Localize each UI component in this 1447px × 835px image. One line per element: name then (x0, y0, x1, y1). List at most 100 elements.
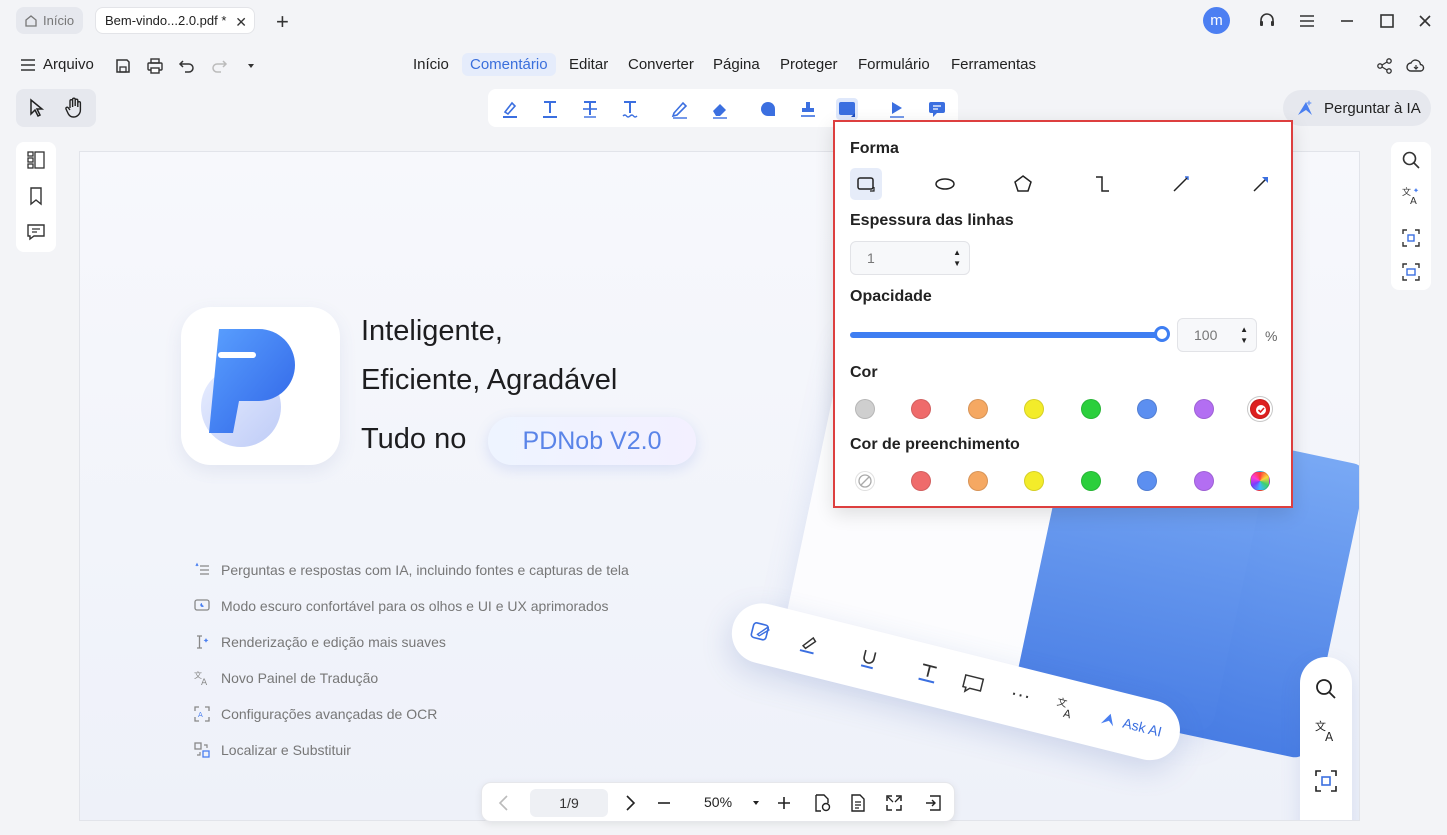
tab-home[interactable]: Início (16, 7, 83, 34)
zoom-out-icon[interactable] (654, 793, 674, 813)
file-menu-label: Arquivo (43, 56, 94, 73)
tab-home-label: Início (43, 13, 75, 28)
fill-color-swatch[interactable] (1137, 471, 1157, 491)
menu-formulario[interactable]: Formulário (858, 56, 930, 73)
rectangle-icon[interactable] (850, 168, 882, 200)
close-tab-icon[interactable]: ✕ (235, 14, 247, 31)
home-icon (24, 14, 38, 28)
pencil-icon[interactable] (669, 98, 691, 120)
arrow-icon[interactable] (1245, 168, 1277, 200)
no-fill-icon[interactable] (855, 471, 875, 491)
color-swatch[interactable] (968, 399, 988, 419)
menu-comentario[interactable]: Comentário (462, 53, 556, 76)
color-swatch[interactable] (1137, 399, 1157, 419)
fill-color-title: Cor de preenchimento (850, 436, 1020, 453)
menu-converter[interactable]: Converter (628, 56, 694, 73)
new-tab-button[interactable]: + (276, 9, 289, 35)
shape-section-title: Forma (850, 140, 899, 157)
dark-mode-icon (193, 597, 211, 615)
stepper-icon[interactable]: ▲ ▼ (1240, 324, 1248, 346)
opacity-input[interactable]: 100 ▲ ▼ (1177, 318, 1257, 352)
screenshot-icon[interactable] (1401, 262, 1421, 282)
opacity-slider-handle[interactable] (1154, 326, 1170, 342)
file-menu[interactable]: Arquivo (20, 56, 94, 73)
translate-icon[interactable]: 文A (1401, 186, 1421, 206)
menu-icon[interactable] (1296, 10, 1318, 32)
search-icon (1314, 677, 1338, 701)
fit-page-icon[interactable] (848, 793, 868, 813)
shape-tool-icon[interactable] (836, 98, 858, 120)
polygon-icon[interactable] (1007, 168, 1039, 200)
eraser-icon[interactable] (709, 98, 731, 120)
fill-color-swatch[interactable] (968, 471, 988, 491)
underline-text-icon[interactable] (539, 98, 561, 120)
bookmark-icon[interactable] (26, 186, 46, 206)
stamp-icon[interactable] (797, 98, 819, 120)
line-width-input[interactable]: 1 ▲ ▼ (850, 241, 970, 275)
menu-ferramentas[interactable]: Ferramentas (951, 56, 1036, 73)
menu-editar[interactable]: Editar (569, 56, 608, 73)
zoom-in-icon[interactable] (774, 793, 794, 813)
support-icon[interactable] (1256, 10, 1278, 32)
exit-reading-icon[interactable] (924, 793, 944, 813)
color-swatch[interactable] (1250, 399, 1270, 419)
polyline-icon[interactable] (1086, 168, 1118, 200)
menu-inicio[interactable]: Início (413, 56, 449, 73)
fullscreen-icon[interactable] (884, 793, 904, 813)
squiggly-icon[interactable] (619, 98, 641, 120)
stepper-icon[interactable]: ▲ ▼ (953, 247, 961, 269)
ocr-icon[interactable] (1401, 228, 1421, 248)
zoom-level[interactable]: 50% (704, 794, 732, 810)
svg-text:A: A (201, 678, 208, 686)
line-width-title: Espessura das linhas (850, 212, 1014, 229)
sticky-note-icon[interactable] (757, 98, 779, 120)
page-number-input[interactable]: 1/9 (530, 789, 608, 817)
ask-ai-button[interactable]: Perguntar à IA (1283, 90, 1431, 126)
redo-icon (209, 56, 229, 76)
previous-page-icon[interactable] (494, 793, 514, 813)
tab-document[interactable]: Bem-vindo...2.0.pdf * ✕ (95, 7, 255, 34)
highlight-icon[interactable] (499, 98, 521, 120)
page-navigation-bar: 1/9 50% (481, 782, 955, 822)
save-icon[interactable] (113, 56, 133, 76)
color-swatch[interactable] (1194, 399, 1214, 419)
menu-proteger[interactable]: Proteger (780, 56, 838, 73)
print-icon[interactable] (145, 56, 165, 76)
next-page-icon[interactable] (620, 793, 640, 813)
color-swatch[interactable] (855, 399, 875, 419)
feature-item: Localizar e Substituir (193, 741, 351, 759)
line-icon[interactable] (1165, 168, 1197, 200)
fill-color-swatch[interactable] (911, 471, 931, 491)
fill-color-swatch[interactable] (1194, 471, 1214, 491)
color-swatch[interactable] (1024, 399, 1044, 419)
highlight-icon (796, 631, 823, 658)
select-cursor-icon[interactable] (28, 98, 46, 118)
comment-icon[interactable] (926, 98, 948, 120)
thumbnails-icon[interactable] (26, 150, 46, 170)
comments-panel-icon[interactable] (26, 222, 46, 242)
custom-color-icon[interactable] (1250, 471, 1270, 491)
maximize-icon[interactable] (1376, 10, 1398, 32)
search-icon[interactable] (1401, 150, 1421, 170)
color-swatch[interactable] (1081, 399, 1101, 419)
share-icon[interactable] (1375, 56, 1395, 76)
ellipse-icon[interactable] (929, 168, 961, 200)
close-window-icon[interactable] (1414, 10, 1436, 32)
quick-access-dropdown-icon[interactable] (241, 56, 261, 76)
avatar[interactable]: m (1203, 7, 1230, 34)
hero-line-1: Inteligente, (361, 315, 503, 347)
view-mode-icon[interactable] (812, 793, 832, 813)
hand-icon[interactable] (64, 97, 84, 119)
fill-color-swatch[interactable] (1081, 471, 1101, 491)
signature-icon[interactable] (886, 98, 908, 120)
strikethrough-icon[interactable] (579, 98, 601, 120)
opacity-slider-track[interactable] (850, 332, 1162, 338)
undo-icon[interactable] (177, 56, 197, 76)
color-swatch[interactable] (911, 399, 931, 419)
minimize-icon[interactable] (1336, 10, 1358, 32)
cloud-icon[interactable] (1406, 56, 1426, 76)
menu-pagina[interactable]: Página (713, 56, 760, 73)
fill-color-swatch[interactable] (1024, 471, 1044, 491)
zoom-dropdown-icon[interactable] (746, 793, 766, 813)
feature-text: Renderização e edição mais suaves (221, 634, 446, 650)
